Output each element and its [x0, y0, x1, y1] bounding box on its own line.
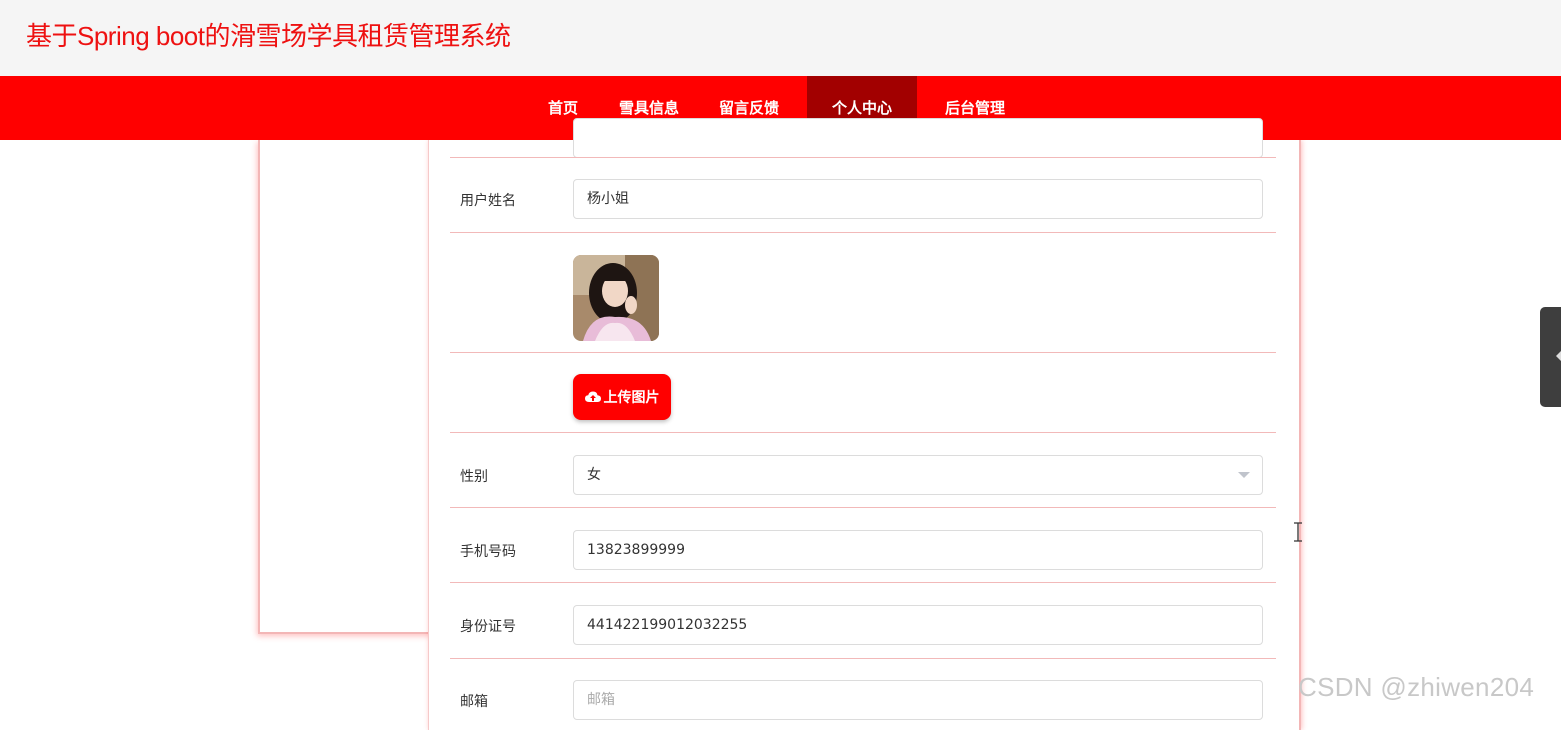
clipped-field[interactable] [573, 118, 1263, 158]
chevron-left-icon [1556, 351, 1561, 361]
name-input[interactable]: 杨小姐 [573, 179, 1263, 219]
email-label: 邮箱 [460, 694, 488, 710]
row-divider [450, 582, 1276, 583]
site-title: 基于Spring boot的滑雪场学具租赁管理系统 [26, 21, 511, 51]
side-menu-panel [258, 140, 432, 634]
text-cursor-icon [1294, 522, 1302, 542]
row-divider [450, 157, 1276, 158]
row-divider [450, 352, 1276, 353]
row-divider [450, 232, 1276, 233]
upload-image-button[interactable]: 上传图片 [573, 374, 671, 420]
row-divider [450, 507, 1276, 508]
avatar-image [573, 255, 659, 341]
gender-value: 女 [587, 467, 601, 483]
gender-select[interactable]: 女 [573, 455, 1263, 495]
upload-button-label: 上传图片 [603, 390, 660, 406]
email-input[interactable]: 邮箱 [573, 680, 1263, 720]
chevron-down-icon [1238, 472, 1250, 478]
avatar-photo-icon [573, 255, 659, 341]
idcard-input[interactable]: 441422199012032255 [573, 605, 1263, 645]
idcard-label: 身份证号 [460, 619, 516, 635]
side-drawer-toggle[interactable] [1540, 307, 1561, 407]
name-label: 用户姓名 [460, 193, 516, 209]
cloud-upload-icon [584, 391, 601, 402]
phone-input[interactable]: 13823899999 [573, 530, 1263, 570]
watermark: CSDN @zhiwen204 [1298, 672, 1535, 702]
phone-label: 手机号码 [460, 544, 516, 560]
row-divider [450, 432, 1276, 433]
gender-label: 性别 [460, 469, 488, 485]
row-divider [450, 658, 1276, 659]
top-bar: 基于Spring boot的滑雪场学具租赁管理系统 [0, 0, 1561, 76]
